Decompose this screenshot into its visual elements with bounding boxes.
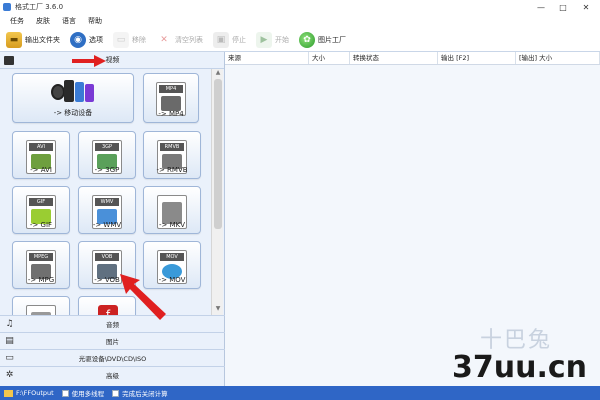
- tile-label: -> MPG: [27, 276, 55, 284]
- video-category-header[interactable]: 视频: [0, 52, 224, 69]
- tile-rmvb[interactable]: RMVB -> RMVB: [143, 131, 201, 179]
- menu-task[interactable]: 任务: [10, 16, 24, 26]
- tile-gif[interactable]: GIF -> GIF: [12, 186, 70, 234]
- tile-label: -> 3GP: [94, 166, 120, 174]
- scroll-thumb[interactable]: [214, 79, 222, 229]
- start-button[interactable]: ▶ 开始: [256, 30, 289, 50]
- task-list-header: 来源 大小 转换状态 输出 [F2] [输出] 大小: [225, 52, 600, 65]
- menu-bar: 任务 皮肤 语言 帮助: [0, 14, 600, 28]
- scroll-up-icon[interactable]: ▲: [212, 69, 224, 79]
- category-list: ♫ 音频 ▤ 图片 ▭ 光驱设备\DVD\CD\ISO ✲ 高级: [0, 315, 225, 383]
- picture-factory-icon: ✿: [299, 31, 315, 48]
- column-output[interactable]: 输出 [F2]: [438, 52, 516, 64]
- scroll-down-icon[interactable]: ▼: [212, 305, 224, 315]
- column-output-size[interactable]: [输出] 大小: [516, 52, 600, 64]
- shutdown-checkbox[interactable]: [112, 389, 120, 397]
- clear-list-button[interactable]: ✕ 清空列表: [156, 30, 203, 50]
- tile-label: -> 移动设备: [53, 109, 93, 117]
- category-picture[interactable]: ▤ 图片: [0, 332, 225, 349]
- mobile-device-icon: [51, 80, 97, 104]
- toolbar: ▬ 输出文件夹 ◉ 选项 ▭ 移除 ✕ 清空列表 ▣ 停止 ▶ 开始 ✿ 图片工…: [0, 28, 600, 52]
- red-arrow-annotation: [72, 55, 106, 67]
- category-panel: 视频 -> 移动设备 MP4 -> MP4 AVI -> AVI 3GP ->: [0, 52, 225, 386]
- clear-list-icon: ✕: [156, 31, 172, 48]
- picture-factory-button[interactable]: ✿ 图片工厂: [299, 30, 346, 50]
- stop-button[interactable]: ▣ 停止: [213, 30, 246, 50]
- column-source[interactable]: 来源: [225, 52, 309, 64]
- options-icon: ◉: [70, 31, 86, 48]
- menu-language[interactable]: 语言: [62, 16, 76, 26]
- app-icon: [3, 3, 11, 11]
- tile-swf[interactable]: [12, 296, 70, 315]
- options-button[interactable]: ◉ 选项: [70, 30, 103, 50]
- output-folder-label: 输出文件夹: [25, 35, 60, 44]
- status-bar: F:\FFOutput 使用多线程 完成后关闭计算: [0, 386, 600, 400]
- category-label: 图片: [106, 338, 119, 346]
- category-audio[interactable]: ♫ 音频: [0, 315, 225, 332]
- stop-icon: ▣: [213, 31, 229, 48]
- tile-label: -> WMV: [92, 221, 122, 229]
- minimize-button[interactable]: —: [530, 0, 552, 14]
- tile-mobile-device[interactable]: -> 移动设备: [12, 73, 134, 123]
- maximize-button[interactable]: □: [552, 0, 574, 14]
- multithread-checkbox[interactable]: [61, 389, 69, 397]
- output-path[interactable]: F:\FFOutput: [16, 389, 54, 397]
- column-size[interactable]: 大小: [309, 52, 350, 64]
- video-category-label: 视频: [105, 56, 120, 64]
- window-controls: — □ ✕: [530, 0, 598, 14]
- category-scrollbar[interactable]: ▲ ▼: [211, 69, 223, 315]
- tile-wmv[interactable]: WMV -> WMV: [78, 186, 136, 234]
- swf-icon: [26, 305, 56, 315]
- tile-label: -> MKV: [158, 221, 186, 229]
- category-advanced[interactable]: ✲ 高级: [0, 366, 225, 383]
- category-label: 音频: [106, 321, 119, 329]
- picture-factory-label: 图片工厂: [318, 35, 346, 44]
- shutdown-label: 完成后关闭计算: [122, 390, 168, 398]
- tile-label: -> GIF: [29, 221, 53, 229]
- start-label: 开始: [275, 35, 289, 44]
- close-button[interactable]: ✕: [574, 0, 598, 14]
- menu-skin[interactable]: 皮肤: [36, 16, 50, 26]
- title-bar: 格式工厂 3.6.0 — □ ✕: [0, 0, 600, 14]
- watermark-text: 37uu.cn: [452, 350, 587, 385]
- column-status[interactable]: 转换状态: [350, 52, 438, 64]
- remove-label: 移除: [132, 35, 146, 44]
- tile-label: -> RMVB: [156, 166, 188, 174]
- stop-label: 停止: [232, 35, 246, 44]
- tile-mkv[interactable]: -> MKV: [143, 186, 201, 234]
- multithread-label: 使用多线程: [71, 390, 105, 398]
- remove-icon: ▭: [113, 31, 129, 48]
- video-format-grid: -> 移动设备 MP4 -> MP4 AVI -> AVI 3GP -> 3GP…: [0, 69, 225, 315]
- tile-mpg[interactable]: MPEG -> MPG: [12, 241, 70, 289]
- tile-label: -> AVI: [30, 166, 52, 174]
- tile-mp4[interactable]: MP4 -> MP4: [143, 73, 199, 123]
- tile-label: -> MP4: [158, 110, 184, 118]
- menu-help[interactable]: 帮助: [88, 16, 102, 26]
- category-label: 高级: [106, 372, 119, 380]
- clear-list-label: 清空列表: [175, 35, 203, 44]
- category-label: 光驱设备\DVD\CD\ISO: [78, 355, 147, 363]
- start-icon: ▶: [256, 31, 272, 48]
- options-label: 选项: [89, 35, 103, 44]
- tile-3gp[interactable]: 3GP -> 3GP: [78, 131, 136, 179]
- category-disc[interactable]: ▭ 光驱设备\DVD\CD\ISO: [0, 349, 225, 366]
- remove-button[interactable]: ▭ 移除: [113, 30, 146, 50]
- window-title: 格式工厂 3.6.0: [15, 3, 64, 11]
- output-folder-button[interactable]: ▬ 输出文件夹: [6, 30, 60, 50]
- folder-icon[interactable]: [4, 389, 13, 397]
- folder-icon: ▬: [6, 31, 22, 48]
- flash-icon: ƒ: [98, 305, 118, 315]
- red-arrow-annotation: [120, 274, 166, 320]
- tile-avi[interactable]: AVI -> AVI: [12, 131, 70, 179]
